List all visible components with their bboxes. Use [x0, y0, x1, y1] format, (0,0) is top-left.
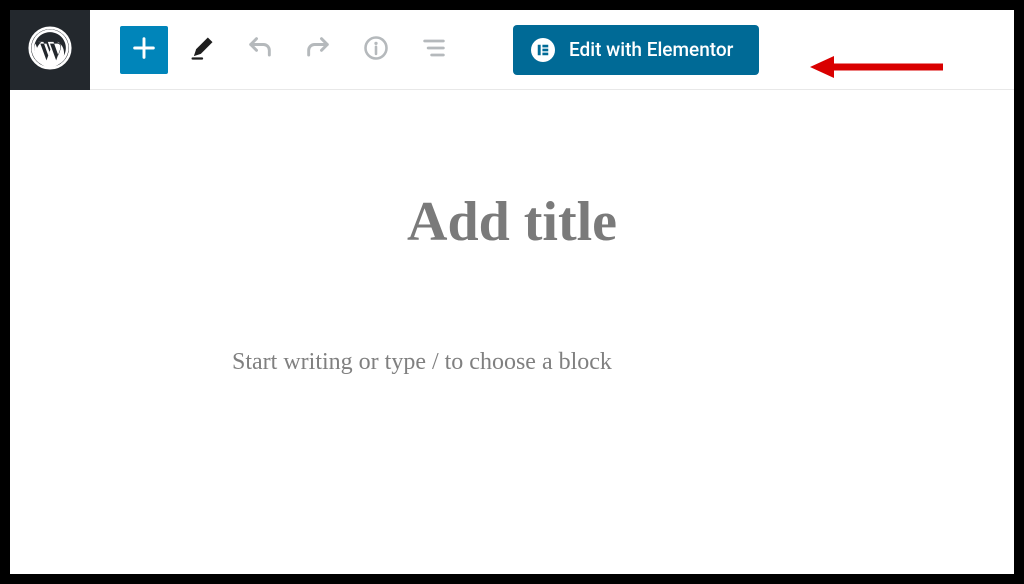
post-title-input[interactable]	[212, 190, 812, 254]
outline-icon	[420, 34, 448, 66]
pencil-icon	[188, 34, 216, 66]
info-button[interactable]	[352, 26, 400, 74]
editor-frame: Edit with Elementor	[0, 0, 1024, 584]
info-icon	[362, 34, 390, 66]
redo-icon	[304, 34, 332, 66]
outline-button[interactable]	[410, 26, 458, 74]
wordpress-logo-button[interactable]	[10, 10, 90, 90]
post-body-input[interactable]	[232, 349, 792, 376]
edit-mode-button[interactable]	[178, 26, 226, 74]
add-block-button[interactable]	[120, 26, 168, 74]
edit-with-elementor-button[interactable]: Edit with Elementor	[513, 25, 759, 75]
elementor-icon	[531, 38, 555, 62]
undo-icon	[246, 34, 274, 66]
wordpress-icon	[28, 26, 72, 74]
elementor-button-label: Edit with Elementor	[569, 38, 733, 61]
plus-icon	[130, 34, 158, 66]
annotation-arrow	[808, 52, 948, 86]
undo-button[interactable]	[236, 26, 284, 74]
editor-canvas	[10, 90, 1014, 376]
toolbar-buttons	[90, 26, 458, 74]
redo-button[interactable]	[294, 26, 342, 74]
